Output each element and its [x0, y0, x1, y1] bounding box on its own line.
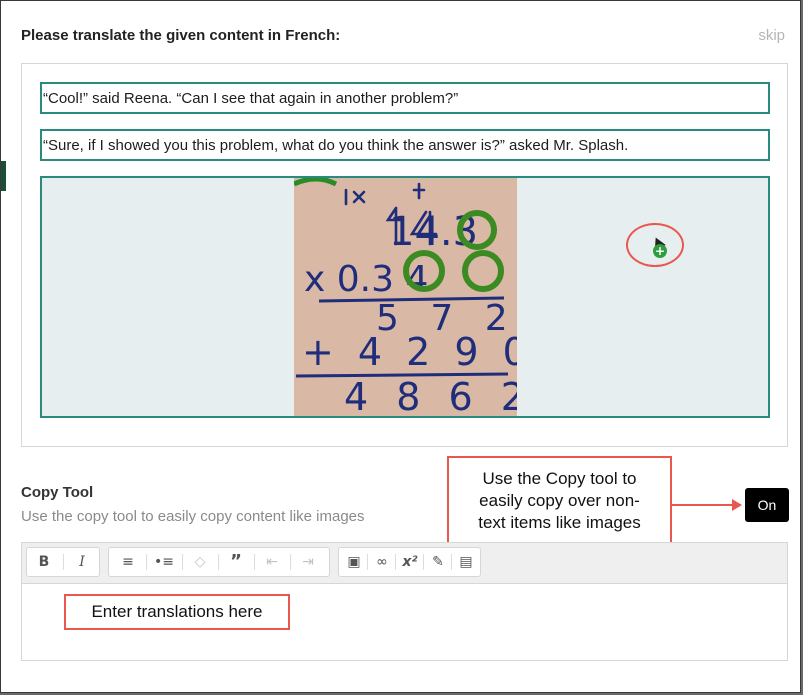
- bullet-list-icon[interactable]: •≡: [149, 548, 179, 576]
- copy-tool-description: Use the copy tool to easily copy content…: [21, 508, 365, 525]
- link-icon[interactable]: ∞: [367, 548, 397, 576]
- translation-editor: B I ≡ •≡ ◇ ” ⇤ ⇥ ▣ ∞ x² ✎ ▤ Enter transl…: [21, 542, 788, 661]
- modal-title: Please translate the given content in Fr…: [21, 27, 341, 44]
- image-icon[interactable]: ▣: [339, 548, 369, 576]
- callout-line: easily copy over non-: [479, 491, 640, 510]
- copy-tool-toggle[interactable]: On: [745, 488, 789, 522]
- handwritten-multiplication-image: 14.3 x 0.3 4 5 7 2 + 4 2 9 0 4 8 6 2: [294, 178, 517, 416]
- toolbar-group-insert: ▣ ∞ x² ✎ ▤: [338, 547, 481, 577]
- copy-tool-callout: Use the Copy tool to easily copy over no…: [447, 456, 672, 545]
- film-icon[interactable]: ▤: [451, 548, 481, 576]
- background-strip: [1, 161, 6, 191]
- toolbar-separator: [254, 554, 255, 570]
- cursor-highlight-circle: +: [626, 223, 684, 267]
- toolbar-separator: [146, 554, 147, 570]
- copy-cursor-plus-icon: +: [653, 244, 667, 258]
- translation-modal: Please translate the given content in Fr…: [0, 0, 801, 693]
- toolbar-separator: [63, 554, 64, 570]
- source-image-block[interactable]: 14.3 x 0.3 4 5 7 2 + 4 2 9 0 4 8 6 2 +: [40, 176, 770, 418]
- handwritten-line-4: + 4 2 9 0: [302, 330, 517, 374]
- numbered-list-icon[interactable]: ≡: [113, 548, 143, 576]
- translation-input[interactable]: Enter translations here: [22, 584, 787, 660]
- toolbar-group-lists: ≡ •≡ ◇ ” ⇤ ⇥: [108, 547, 330, 577]
- blockquote-icon[interactable]: ”: [221, 548, 251, 576]
- copy-tool-title: Copy Tool: [21, 484, 94, 501]
- source-icon[interactable]: ◇: [185, 548, 215, 576]
- source-sentence-1[interactable]: “Cool!” said Reena. “Can I see that agai…: [40, 82, 770, 114]
- callout-arrow-head-icon: [732, 499, 742, 511]
- source-content-panel: “Cool!” said Reena. “Can I see that agai…: [21, 63, 788, 447]
- indent-decrease-icon[interactable]: ⇤: [257, 548, 287, 576]
- indent-increase-icon[interactable]: ⇥: [293, 548, 323, 576]
- skip-link[interactable]: skip: [758, 27, 785, 44]
- handwritten-line-5: 4 8 6 2: [344, 375, 517, 416]
- editor-toolbar: B I ≡ •≡ ◇ ” ⇤ ⇥ ▣ ∞ x² ✎ ▤: [22, 543, 787, 584]
- math-photo[interactable]: 14.3 x 0.3 4 5 7 2 + 4 2 9 0 4 8 6 2: [294, 178, 517, 416]
- superscript-icon[interactable]: x²: [395, 548, 425, 576]
- toolbar-separator: [218, 554, 219, 570]
- draw-icon[interactable]: ✎: [423, 548, 453, 576]
- callout-line: text items like images: [478, 513, 641, 532]
- callout-arrow-line: [672, 504, 734, 506]
- callout-line: Use the Copy tool to: [482, 469, 637, 488]
- toolbar-separator: [182, 554, 183, 570]
- toolbar-separator: [290, 554, 291, 570]
- translation-placeholder: Enter translations here: [64, 594, 290, 630]
- bold-icon[interactable]: B: [29, 548, 59, 576]
- toolbar-group-format: B I: [26, 547, 100, 577]
- source-sentence-2[interactable]: “Sure, if I showed you this problem, wha…: [40, 129, 770, 161]
- italic-icon[interactable]: I: [67, 548, 97, 576]
